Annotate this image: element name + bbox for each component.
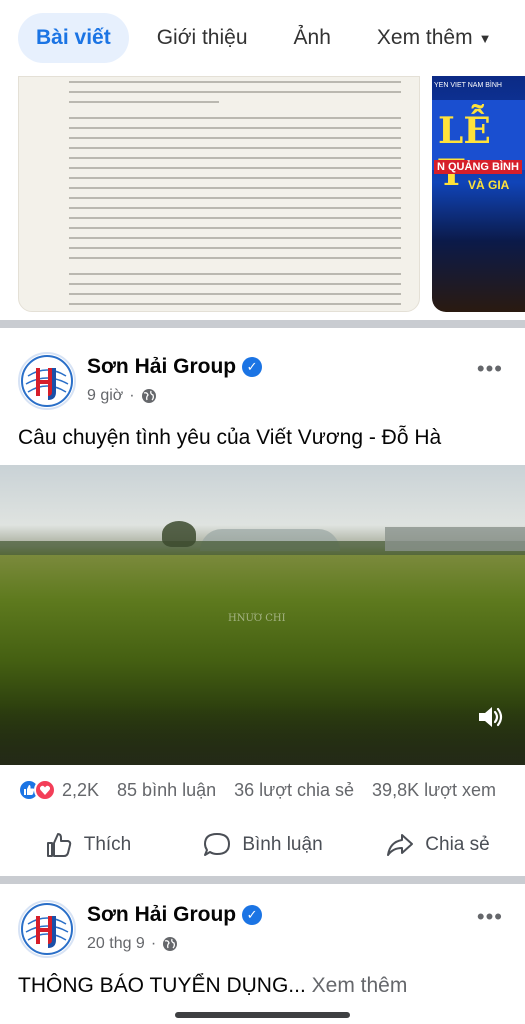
author-name: Sơn Hải Group <box>87 355 237 378</box>
tab-more-label: Xem thêm <box>376 26 473 49</box>
feed-separator <box>0 320 525 328</box>
event-banner-line2: VÀ GIA <box>468 178 510 192</box>
post-text: THÔNG BÁO TUYỂN DỤNG... Xem thêm <box>18 974 407 998</box>
post-text-content: THÔNG BÁO TUYỂN DỤNG... <box>18 974 306 997</box>
tab-posts[interactable]: Bài viết <box>18 13 129 63</box>
post-header: Sơn Hải Group ✓ 9 giờ · ••• <box>0 352 525 422</box>
view-count: 39,8K lượt xem <box>372 779 496 800</box>
tab-about[interactable]: Giới thiệu <box>139 13 266 63</box>
love-icon <box>34 779 56 801</box>
event-banner-line1: N QUẢNG BÌNH <box>434 160 522 174</box>
event-photo[interactable]: YEN VIET NAM BÌNH LỄ T N QUẢNG BÌNH VÀ G… <box>432 76 525 312</box>
home-indicator <box>175 1012 350 1018</box>
tab-more[interactable]: Xem thêm ▼ <box>359 13 510 63</box>
tree <box>162 521 196 547</box>
post-meta: 9 giờ · <box>87 387 157 405</box>
volume-icon[interactable] <box>475 702 505 732</box>
event-banner-top-text: YEN VIET NAM BÌNH <box>434 82 502 89</box>
avatar[interactable] <box>18 900 76 958</box>
tab-posts-label: Bài viết <box>36 26 111 49</box>
tab-photos-label: Ảnh <box>293 26 331 49</box>
profile-tab-bar: Bài viết Giới thiệu Ảnh Xem thêm ▼ <box>0 0 525 76</box>
comment-count[interactable]: 85 bình luận <box>117 780 216 801</box>
verified-icon: ✓ <box>242 905 263 925</box>
post-video[interactable]: HNƯƠ CHI <box>0 465 525 765</box>
reaction-count[interactable]: 2,2K <box>62 780 99 801</box>
tab-about-label: Giới thiệu <box>156 26 248 49</box>
like-button[interactable]: Thích <box>0 822 175 868</box>
like-icon <box>46 833 71 857</box>
comment-button[interactable]: Bình luận <box>175 822 350 868</box>
more-icon[interactable]: ••• <box>477 904 503 930</box>
post-actions: Thích Bình luận Chia sẻ <box>0 822 525 868</box>
document-photo[interactable] <box>18 76 420 312</box>
globe-icon <box>141 389 156 403</box>
see-more-link[interactable]: Xem thêm <box>312 974 408 997</box>
chevron-down-icon: ▼ <box>478 30 492 46</box>
author-name: Sơn Hải Group <box>87 903 237 926</box>
share-count[interactable]: 36 lượt chia sẻ <box>234 780 354 801</box>
share-label: Chia sẻ <box>425 834 490 855</box>
share-button[interactable]: Chia sẻ <box>350 822 525 868</box>
post-time[interactable]: 20 thg 9 <box>87 935 145 953</box>
avatar[interactable] <box>18 352 76 410</box>
photo-strip: YEN VIET NAM BÌNH LỄ T N QUẢNG BÌNH VÀ G… <box>0 76 525 312</box>
verified-icon: ✓ <box>242 357 263 377</box>
share-icon <box>387 834 414 856</box>
comment-icon <box>204 833 231 856</box>
feed-separator <box>0 876 525 884</box>
post-stats: 2,2K 85 bình luận 36 lượt chia sẻ 39,8K … <box>0 768 525 812</box>
post-author[interactable]: Sơn Hải Group ✓ <box>87 903 263 927</box>
post-card: Sơn Hải Group ✓ 20 thg 9 · ••• THÔNG BÁO… <box>0 900 525 1024</box>
post-header: Sơn Hải Group ✓ 20 thg 9 · ••• <box>0 900 525 970</box>
reaction-icons[interactable] <box>18 779 56 801</box>
post-meta: 20 thg 9 · <box>87 935 178 953</box>
more-icon[interactable]: ••• <box>477 356 503 382</box>
post-time[interactable]: 9 giờ <box>87 387 123 405</box>
post-author[interactable]: Sơn Hải Group ✓ <box>87 355 263 379</box>
video-watermark: HNƯƠ CHI <box>228 613 286 624</box>
like-label: Thích <box>83 834 132 855</box>
globe-icon <box>163 937 178 951</box>
comment-label: Bình luận <box>242 834 323 855</box>
post-text: Câu chuyện tình yêu của Viết Vương - Đỗ … <box>18 426 442 449</box>
tab-photos[interactable]: Ảnh <box>276 13 349 63</box>
